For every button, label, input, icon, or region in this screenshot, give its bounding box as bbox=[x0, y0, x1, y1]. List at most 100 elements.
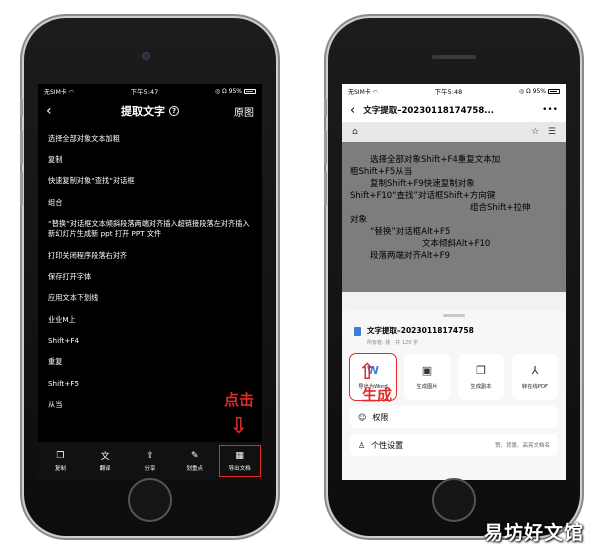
highlight-icon: ✎ bbox=[191, 450, 199, 461]
status-bar: 无SIM卡 ◠ 下午5:48 ◎ Ω 95% bbox=[342, 84, 566, 98]
home-icon[interactable]: ⌂ bbox=[352, 127, 358, 137]
back-button[interactable]: ‹ bbox=[350, 103, 355, 118]
home-button[interactable] bbox=[128, 478, 172, 522]
right-phone: 无SIM卡 ◠ 下午5:48 ◎ Ω 95% ‹ 文字提取–2023011817… bbox=[324, 18, 580, 536]
volume-up-button bbox=[324, 130, 327, 164]
front-camera bbox=[142, 52, 150, 60]
headphone-icon: Ω bbox=[526, 87, 531, 95]
nav-bar: ‹ 提取文字 ? 原图 bbox=[38, 98, 262, 124]
list-item: 重复 bbox=[48, 357, 63, 367]
home-button[interactable] bbox=[432, 478, 476, 522]
lock-icon: ◎ bbox=[214, 87, 221, 95]
copy-label: 复制 bbox=[54, 466, 66, 472]
battery-status: ◎ Ω 95% bbox=[519, 88, 560, 95]
bottom-toolbar: ❐ 复制 文 翻译 ⇪ 分享 ✎ 划重点 ▦ 导出文档 bbox=[38, 442, 262, 480]
translate-button[interactable]: 文 翻译 bbox=[85, 446, 125, 476]
wifi-icon: ◠ bbox=[372, 88, 378, 96]
headphone-icon: Ω bbox=[222, 87, 227, 95]
stage: 无SIM卡 ◠ 下午5:47 ◎ Ω 95% ‹ 提取文字 ? 原图 选择全部对… bbox=[0, 0, 600, 553]
share-icon: ⇪ bbox=[146, 450, 154, 461]
left-screen: 无SIM卡 ◠ 下午5:47 ◎ Ω 95% ‹ 提取文字 ? 原图 选择全部对… bbox=[38, 84, 262, 480]
document-preview: 选择全部对象Shift+F4重复文本加 粗Shift+F5从当 复制Shift+… bbox=[342, 142, 566, 292]
list-item: 从当 bbox=[48, 400, 63, 410]
export-doc-button[interactable]: ▦ 导出文档 bbox=[218, 445, 261, 477]
copy-icon: ❐ bbox=[56, 450, 65, 461]
carrier-label: 无SIM卡 ◠ bbox=[44, 88, 74, 96]
more-button[interactable]: ••• bbox=[542, 105, 558, 115]
translate-icon: 文 bbox=[100, 452, 110, 462]
permissions-label: 权限 bbox=[372, 412, 389, 422]
menu-icon[interactable]: ☰ bbox=[548, 127, 556, 137]
list-item: 打印关闭程序段落右对齐 bbox=[48, 250, 128, 260]
doc-line: 文本倾斜Alt+F10 bbox=[422, 239, 491, 249]
left-phone: 无SIM卡 ◠ 下午5:47 ◎ Ω 95% ‹ 提取文字 ? 原图 选择全部对… bbox=[20, 18, 276, 536]
annotation-click: 点击 bbox=[223, 391, 254, 409]
personal-settings-sub: 赞、背景、高亮文档名 bbox=[494, 443, 550, 449]
list-item: 选择全部对象文本加粗 bbox=[48, 133, 120, 143]
generate-image-button[interactable]: ▣ 生成图片 bbox=[404, 354, 450, 400]
copy-button[interactable]: ❐ 复制 bbox=[40, 446, 80, 476]
share-button[interactable]: ⇪ 分享 bbox=[130, 446, 170, 476]
watermark: 易坊好文馆 bbox=[483, 522, 584, 544]
back-button[interactable]: ‹ bbox=[46, 103, 66, 119]
shirt-icon: ♙ bbox=[358, 440, 366, 450]
extracted-text-list: 选择全部对象文本加粗 复制 快速复制对象“查找”对话框 组合 “替换”对话框文本… bbox=[38, 124, 262, 416]
online-pdf-button[interactable]: ⅄ 转在线PDF bbox=[512, 354, 558, 400]
share-label: 分享 bbox=[144, 466, 156, 472]
highlight-label: 划重点 bbox=[186, 466, 204, 472]
highlight-button[interactable]: ✎ 划重点 bbox=[175, 446, 215, 476]
nav-bar: ‹ 文字提取–20230118174758... ••• bbox=[342, 98, 566, 122]
volume-down-button bbox=[20, 172, 23, 206]
lock-icon: ◎ bbox=[518, 87, 525, 95]
export-doc-icon: ▦ bbox=[235, 450, 244, 461]
volume-up-button bbox=[20, 130, 23, 164]
generate-copy-label: 生成副本 bbox=[470, 384, 492, 390]
list-item: 业业M上 bbox=[48, 314, 76, 324]
right-screen: 无SIM卡 ◠ 下午5:48 ◎ Ω 95% ‹ 文字提取–2023011817… bbox=[342, 84, 566, 480]
list-item: Shift+F5 bbox=[48, 378, 80, 388]
page-title-text: 提取文字 bbox=[121, 105, 165, 118]
pdf-icon: ⅄ bbox=[531, 364, 539, 377]
generate-copy-button[interactable]: ❐ 生成副本 bbox=[458, 354, 504, 400]
duplicate-icon: ❐ bbox=[476, 364, 486, 377]
user-icon: ☺ bbox=[358, 412, 367, 422]
status-bar: 无SIM卡 ◠ 下午5:47 ◎ Ω 95% bbox=[38, 84, 262, 98]
mute-switch bbox=[324, 98, 327, 116]
image-icon: ▣ bbox=[421, 364, 433, 377]
doc-line: Shift+F10“查找”对话框Shift+方向键 bbox=[350, 191, 496, 201]
help-icon[interactable]: ? bbox=[169, 106, 179, 116]
personal-settings-row[interactable]: ♙ 个性设置 赞、背景、高亮文档名 bbox=[350, 434, 558, 456]
page-title: 提取文字 ? bbox=[121, 103, 179, 119]
doc-line: 组合Shift+拉伸 bbox=[470, 203, 531, 213]
battery-status: ◎ Ω 95% bbox=[215, 88, 256, 95]
doc-toolbar: ⌂ ☆ ☰ bbox=[342, 122, 566, 142]
online-pdf-label: 转在线PDF bbox=[521, 384, 549, 390]
status-time: 下午5:48 bbox=[434, 88, 463, 96]
star-icon[interactable]: ☆ bbox=[531, 127, 539, 137]
list-item: Shift+F4 bbox=[48, 336, 80, 346]
generate-image-label: 生成图片 bbox=[416, 384, 438, 390]
battery-icon bbox=[243, 88, 256, 94]
list-item: 快速复制对象“查找”对话框 bbox=[48, 176, 135, 186]
list-item: 应用文本下划线 bbox=[48, 293, 99, 303]
export-doc-label: 导出文档 bbox=[228, 466, 251, 472]
doc-line: 粗Shift+F5从当 bbox=[350, 167, 413, 177]
doc-line: 复制Shift+F9快速复制对象 bbox=[370, 179, 475, 189]
annotation-arrow-up-icon: ⇧ bbox=[358, 360, 377, 385]
volume-down-button bbox=[324, 172, 327, 206]
list-item: 复制 bbox=[48, 155, 63, 165]
doc-toolbar-right: ☆ ☰ bbox=[531, 127, 556, 137]
wifi-icon: ◠ bbox=[68, 88, 74, 96]
doc-line: “替换”对话框Alt+F5 bbox=[370, 227, 451, 237]
doc-line: 选择全部对象Shift+F4重复文本加 bbox=[370, 155, 501, 165]
file-meta: 所有者: 我 共 120 字 bbox=[367, 340, 418, 346]
earpiece-speaker bbox=[432, 55, 476, 59]
mute-switch bbox=[20, 98, 23, 116]
annotation-arrow-down-icon: ⇩ bbox=[229, 414, 248, 439]
permissions-row[interactable]: ☺ 权限 bbox=[350, 406, 558, 428]
file-name: 文字提取–20230118174758 bbox=[367, 326, 474, 335]
list-item: 保存打开字体 bbox=[48, 271, 92, 281]
list-item: “替换”对话框文本倾斜段落两端对齐插入超链接段落左对齐插入新幻灯片生成新 ppt… bbox=[48, 219, 250, 239]
original-image-button[interactable]: 原图 bbox=[234, 104, 254, 119]
page-title: 文字提取–20230118174758... bbox=[363, 106, 494, 116]
